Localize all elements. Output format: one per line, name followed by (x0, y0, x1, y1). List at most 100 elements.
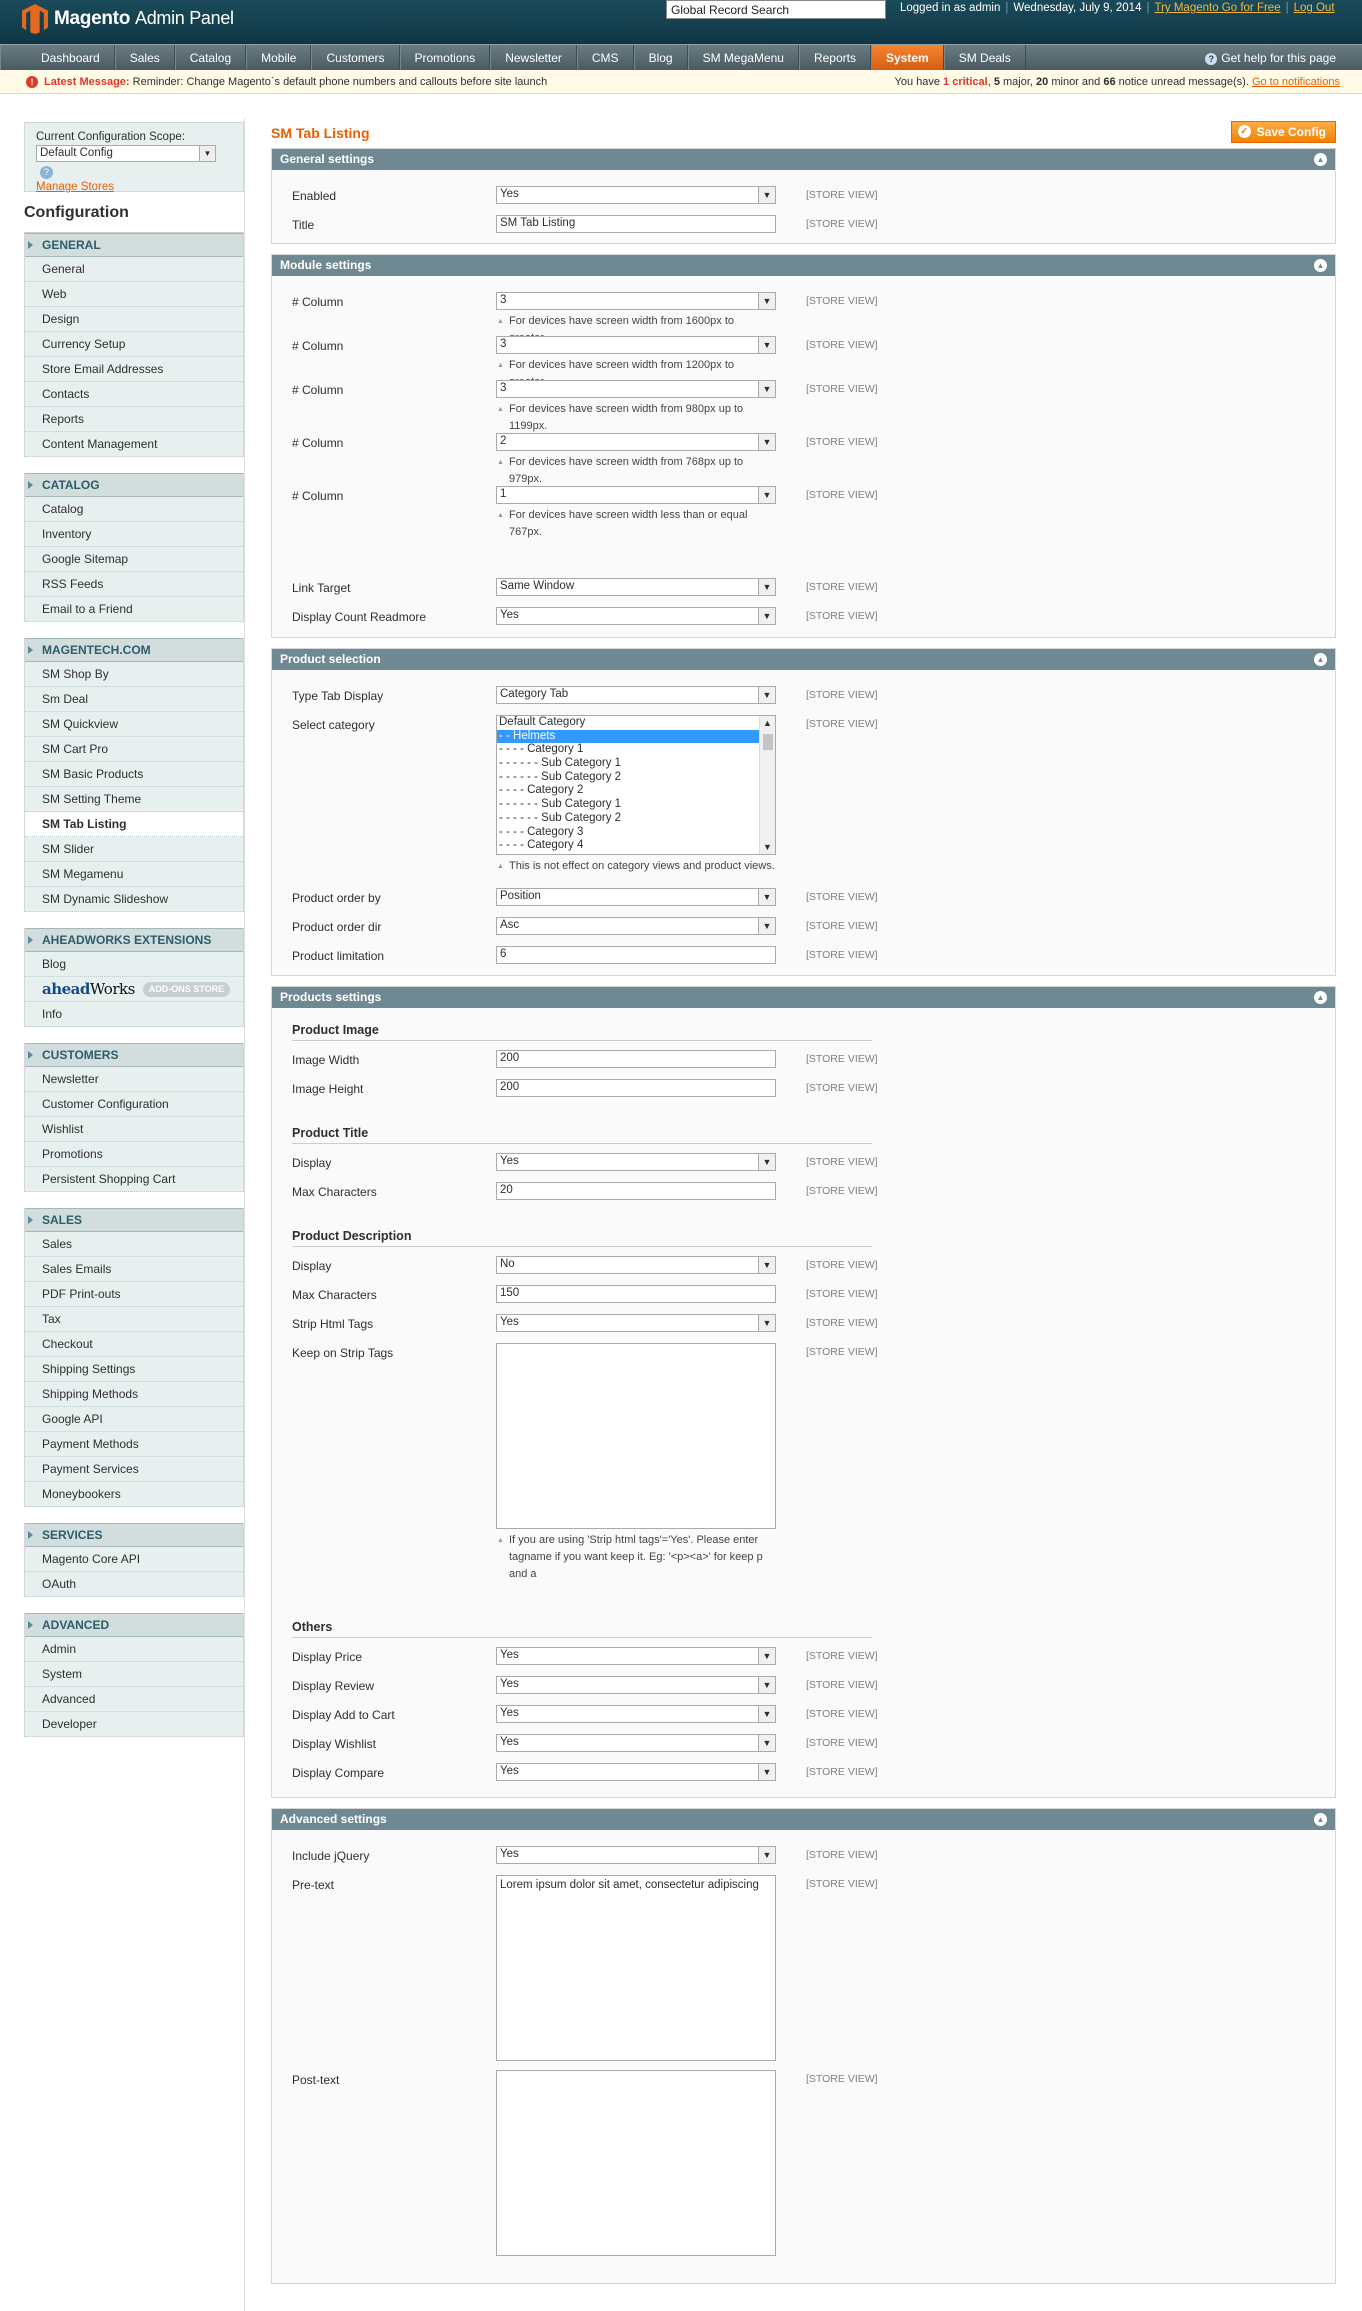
sidebar-item[interactable]: Sales (25, 1232, 243, 1257)
sidebar-item[interactable]: Inventory (25, 522, 243, 547)
title-input[interactable]: SM Tab Listing (496, 215, 776, 233)
category-option[interactable]: - - - - Category 4 (497, 839, 759, 853)
sidebar-item[interactable]: General (25, 257, 243, 282)
sidebar-item[interactable]: Shipping Settings (25, 1357, 243, 1382)
sidebar-item[interactable]: SM Cart Pro (25, 737, 243, 762)
goto-notifications-link[interactable]: Go to notifications (1252, 76, 1340, 88)
title-display-select[interactable]: Yes ▼ (496, 1153, 776, 1171)
sidebar-item[interactable]: Currency Setup (25, 332, 243, 357)
section-header[interactable]: Products settings ▲ (272, 987, 1335, 1008)
link-target-select[interactable]: Same Window ▼ (496, 578, 776, 596)
category-option[interactable]: - - - - Category 1 (497, 743, 759, 757)
sidebar-item[interactable]: Email to a Friend (25, 597, 243, 622)
sidebar-item[interactable]: SM Shop By (25, 662, 243, 687)
order-dir-select[interactable]: Asc ▼ (496, 917, 776, 935)
section-header[interactable]: Module settings ▲ (272, 255, 1335, 276)
category-option[interactable]: - - - - - - Sub Category 2 (497, 771, 759, 785)
nav-item[interactable]: Catalog (174, 45, 247, 70)
sidebar-item[interactable]: Google Sitemap (25, 547, 243, 572)
sidebar-item[interactable]: Catalog (25, 497, 243, 522)
category-option[interactable]: - - - - Category 2 (497, 784, 759, 798)
sidebar-item[interactable]: SM Dynamic Slideshow (25, 887, 243, 912)
sidebar-item[interactable]: OAuth (25, 1572, 243, 1597)
nav-item[interactable]: Blog (633, 45, 688, 70)
category-option[interactable]: - - - - - - Sub Category 2 (497, 812, 759, 826)
nav-item[interactable]: SM MegaMenu (687, 45, 799, 70)
sidebar-item[interactable]: Wishlist (25, 1117, 243, 1142)
sidebar-item[interactable]: Content Management (25, 432, 243, 457)
sidebar-item[interactable]: RSS Feeds (25, 572, 243, 597)
sidebar-item[interactable]: Contacts (25, 382, 243, 407)
sidebar-group-header[interactable]: Customers (25, 1043, 243, 1067)
section-header[interactable]: Advanced settings ▲ (272, 1809, 1335, 1830)
nav-item[interactable]: Dashboard (0, 45, 115, 70)
title-max-input[interactable]: 20 (496, 1182, 776, 1200)
sidebar-item[interactable]: Newsletter (25, 1067, 243, 1092)
display-price-select[interactable]: Yes ▼ (496, 1647, 776, 1665)
nav-item[interactable]: SM Deals (943, 45, 1026, 70)
sidebar-item[interactable]: Payment Services (25, 1457, 243, 1482)
sidebar-item[interactable]: Blog (25, 952, 243, 977)
save-config-button[interactable]: ✓ Save Config (1230, 121, 1336, 143)
sidebar-item[interactable]: SM Setting Theme (25, 787, 243, 812)
sidebar-item[interactable]: Customer Configuration (25, 1092, 243, 1117)
category-multiselect[interactable]: Default Category - - Helmets - - - - Categ… (496, 715, 776, 855)
sidebar-group-header[interactable]: Catalog (25, 473, 243, 497)
nav-item[interactable]: CMS (576, 45, 634, 70)
column-select[interactable]: 3 ▼ (496, 292, 776, 310)
pre-text-textarea[interactable]: Lorem ipsum dolor sit amet, consectetur … (496, 1875, 776, 2061)
nav-item[interactable]: Sales (114, 45, 175, 70)
help-icon[interactable]: ? (40, 166, 53, 179)
sidebar-item[interactable]: SM Slider (25, 837, 243, 862)
help-link[interactable]: ? Get help for this page (1205, 45, 1336, 71)
strip-html-select[interactable]: Yes ▼ (496, 1314, 776, 1332)
nav-item[interactable]: Customers (311, 45, 400, 70)
scrollbar[interactable]: ▲ ▼ (759, 716, 775, 854)
collapse-icon[interactable]: ▲ (1314, 259, 1327, 272)
count-readmore-select[interactable]: Yes ▼ (496, 607, 776, 625)
sidebar-item[interactable]: Advanced (25, 1687, 243, 1712)
sidebar-item[interactable]: Magento Core API (25, 1547, 243, 1572)
collapse-icon[interactable]: ▲ (1314, 991, 1327, 1004)
display-cart-select[interactable]: Yes ▼ (496, 1705, 776, 1723)
product-limit-input[interactable]: 6 (496, 946, 776, 964)
display-wishlist-select[interactable]: Yes ▼ (496, 1734, 776, 1752)
sidebar-item[interactable]: SM Basic Products (25, 762, 243, 787)
display-compare-select[interactable]: Yes ▼ (496, 1763, 776, 1781)
category-option[interactable]: - - - - - - Sub Category 1 (497, 757, 759, 771)
sidebar-item[interactable]: Reports (25, 407, 243, 432)
post-text-textarea[interactable] (496, 2070, 776, 2256)
sidebar-item[interactable]: Tax (25, 1307, 243, 1332)
scope-select[interactable]: Default Config ▼ (36, 145, 216, 162)
sidebar-item[interactable]: Promotions (25, 1142, 243, 1167)
column-select[interactable]: 2 ▼ (496, 433, 776, 451)
sidebar-item[interactable]: Sm Deal (25, 687, 243, 712)
sidebar-item[interactable]: Sales Emails (25, 1257, 243, 1282)
global-search-input[interactable]: Global Record Search (666, 0, 886, 19)
aheadworks-store-banner[interactable]: ahead Works ADD-ONS STORE (25, 977, 243, 1002)
sidebar-group-header[interactable]: Services (25, 1523, 243, 1547)
sidebar-item[interactable]: SM Megamenu (25, 862, 243, 887)
type-tab-select[interactable]: Category Tab ▼ (496, 686, 776, 704)
sidebar-item[interactable]: Admin (25, 1637, 243, 1662)
sidebar-item[interactable]: Store Email Addresses (25, 357, 243, 382)
sidebar-item[interactable]: Persistent Shopping Cart (25, 1167, 243, 1192)
sidebar-group-header[interactable]: General (25, 233, 243, 257)
nav-item[interactable]: Reports (798, 45, 871, 70)
display-review-select[interactable]: Yes ▼ (496, 1676, 776, 1694)
nav-item[interactable]: System (871, 45, 944, 70)
sidebar-group-header[interactable]: Aheadworks Extensions (25, 928, 243, 952)
nav-item[interactable]: Newsletter (490, 45, 577, 70)
magento-logo[interactable]: Magento Admin Panel (22, 4, 234, 34)
sidebar-group-header[interactable]: Sales (25, 1208, 243, 1232)
sidebar-item[interactable]: SM Tab Listing (25, 812, 243, 837)
sidebar-item[interactable]: Google API (25, 1407, 243, 1432)
sidebar-item[interactable]: Design (25, 307, 243, 332)
sidebar-item[interactable]: PDF Print-outs (25, 1282, 243, 1307)
image-width-input[interactable]: 200 (496, 1050, 776, 1068)
collapse-icon[interactable]: ▲ (1314, 153, 1327, 166)
sidebar-item[interactable]: Checkout (25, 1332, 243, 1357)
category-option[interactable]: - - - - - - Sub Category 1 (497, 798, 759, 812)
category-option[interactable]: Default Category (497, 716, 759, 730)
sidebar-item[interactable]: Payment Methods (25, 1432, 243, 1457)
